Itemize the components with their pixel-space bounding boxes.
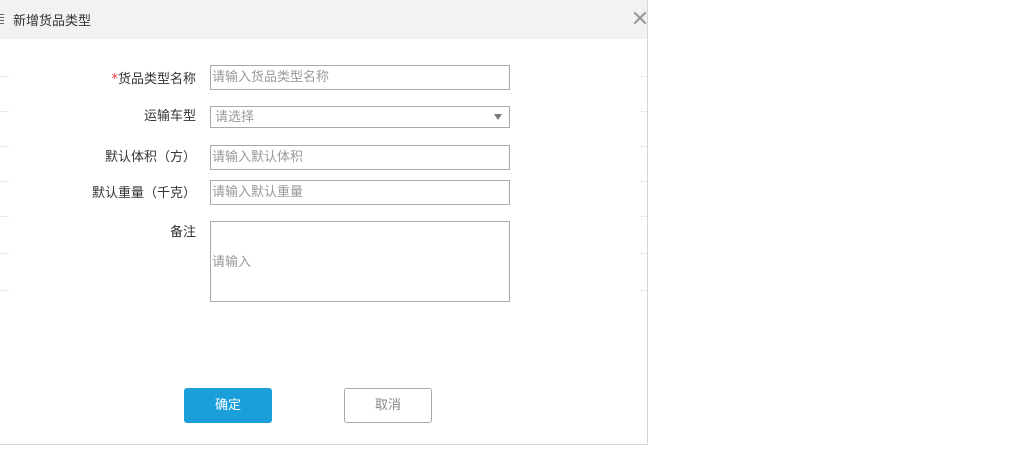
background-table-line xyxy=(640,111,647,112)
background-table-line xyxy=(640,76,647,77)
vehicle-type-label: 运输车型 xyxy=(143,109,196,124)
background-table-line xyxy=(640,146,647,147)
remarks-textarea[interactable] xyxy=(210,221,510,302)
background-table-line xyxy=(640,290,647,291)
background-table-line xyxy=(0,181,9,182)
default-volume-input[interactable] xyxy=(210,145,510,170)
background-table-line xyxy=(0,216,9,217)
cancel-button[interactable]: 取消 xyxy=(344,388,432,423)
dialog-header: 新增货品类型 xyxy=(0,0,647,39)
vehicle-type-select[interactable]: 请选择 xyxy=(210,106,510,128)
goods-type-name-label: *货品类型名称 xyxy=(0,72,196,88)
background-table-line xyxy=(640,216,647,217)
list-icon xyxy=(0,13,4,25)
background-table-line xyxy=(640,253,647,254)
default-volume-label: 默认体积（方） xyxy=(104,150,196,165)
close-icon xyxy=(633,11,647,25)
background-table-line xyxy=(640,181,647,182)
remarks-label: 备注 xyxy=(169,225,196,240)
goods-type-name-label-text: 货品类型名称 xyxy=(117,72,196,87)
default-weight-input[interactable] xyxy=(210,180,510,205)
add-goods-type-dialog: 新增货品类型 *货品类型名称 运输车型 请选择 默认体积（方） xyxy=(0,0,648,445)
caret-down-icon xyxy=(494,114,502,120)
close-button[interactable] xyxy=(633,11,647,25)
default-weight-label: 默认重量（千克） xyxy=(91,186,196,201)
background-table-line xyxy=(0,146,9,147)
confirm-button[interactable]: 确定 xyxy=(184,388,272,423)
vehicle-type-selected-text: 请选择 xyxy=(215,110,255,125)
background-table-line xyxy=(0,290,9,291)
background-table-line xyxy=(0,253,9,254)
dialog-title: 新增货品类型 xyxy=(13,14,92,29)
goods-type-name-input[interactable] xyxy=(210,65,510,90)
